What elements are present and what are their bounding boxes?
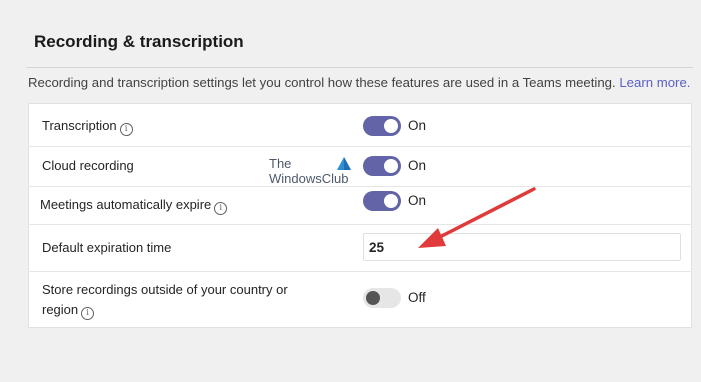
row-divider — [28, 224, 692, 225]
row-divider — [28, 271, 692, 272]
default-expiration-label: Default expiration time — [42, 240, 172, 255]
store-recordings-state: Off — [408, 290, 426, 305]
section-description: Recording and transcription settings let… — [28, 75, 698, 90]
info-icon[interactable]: i — [81, 307, 95, 320]
toggle-knob — [384, 159, 398, 173]
cloud-recording-toggle[interactable] — [363, 156, 401, 176]
watermark-logo-icon — [337, 157, 351, 170]
transcription-label: Transcription i — [42, 117, 133, 136]
store-recordings-label-line2: region — [42, 302, 79, 317]
row-divider — [28, 186, 692, 187]
watermark: The WindowsClub — [269, 156, 351, 186]
meetings-expire-label-text: Meetings automatically expire — [40, 197, 212, 212]
transcription-state: On — [408, 118, 427, 133]
store-recordings-toggle[interactable] — [363, 288, 401, 308]
info-icon[interactable]: i — [214, 202, 228, 215]
default-expiration-input[interactable]: 25 — [363, 233, 681, 261]
info-icon[interactable]: i — [119, 123, 133, 136]
section-divider — [26, 67, 693, 68]
cloud-recording-label: Cloud recording — [42, 158, 134, 173]
section-title: Recording & transcription — [34, 32, 244, 51]
transcription-toggle[interactable] — [363, 116, 401, 136]
toggle-knob — [366, 291, 380, 305]
description-text: Recording and transcription settings let… — [28, 75, 616, 90]
toggle-knob — [384, 119, 398, 133]
store-recordings-label-line1: Store recordings outside of your country… — [42, 282, 288, 297]
transcription-label-text: Transcription — [42, 118, 117, 133]
meetings-expire-state: On — [408, 193, 427, 208]
meetings-expire-toggle[interactable] — [363, 191, 401, 211]
cloud-recording-state: On — [408, 158, 427, 173]
row-divider — [28, 146, 692, 147]
learn-more-link[interactable]: Learn more. — [619, 75, 690, 90]
toggle-knob — [384, 194, 398, 208]
watermark-line2: WindowsClub — [269, 171, 349, 186]
store-recordings-label: Store recordings outside of your country… — [42, 281, 288, 320]
meetings-expire-label: Meetings automatically expire i — [40, 196, 228, 215]
